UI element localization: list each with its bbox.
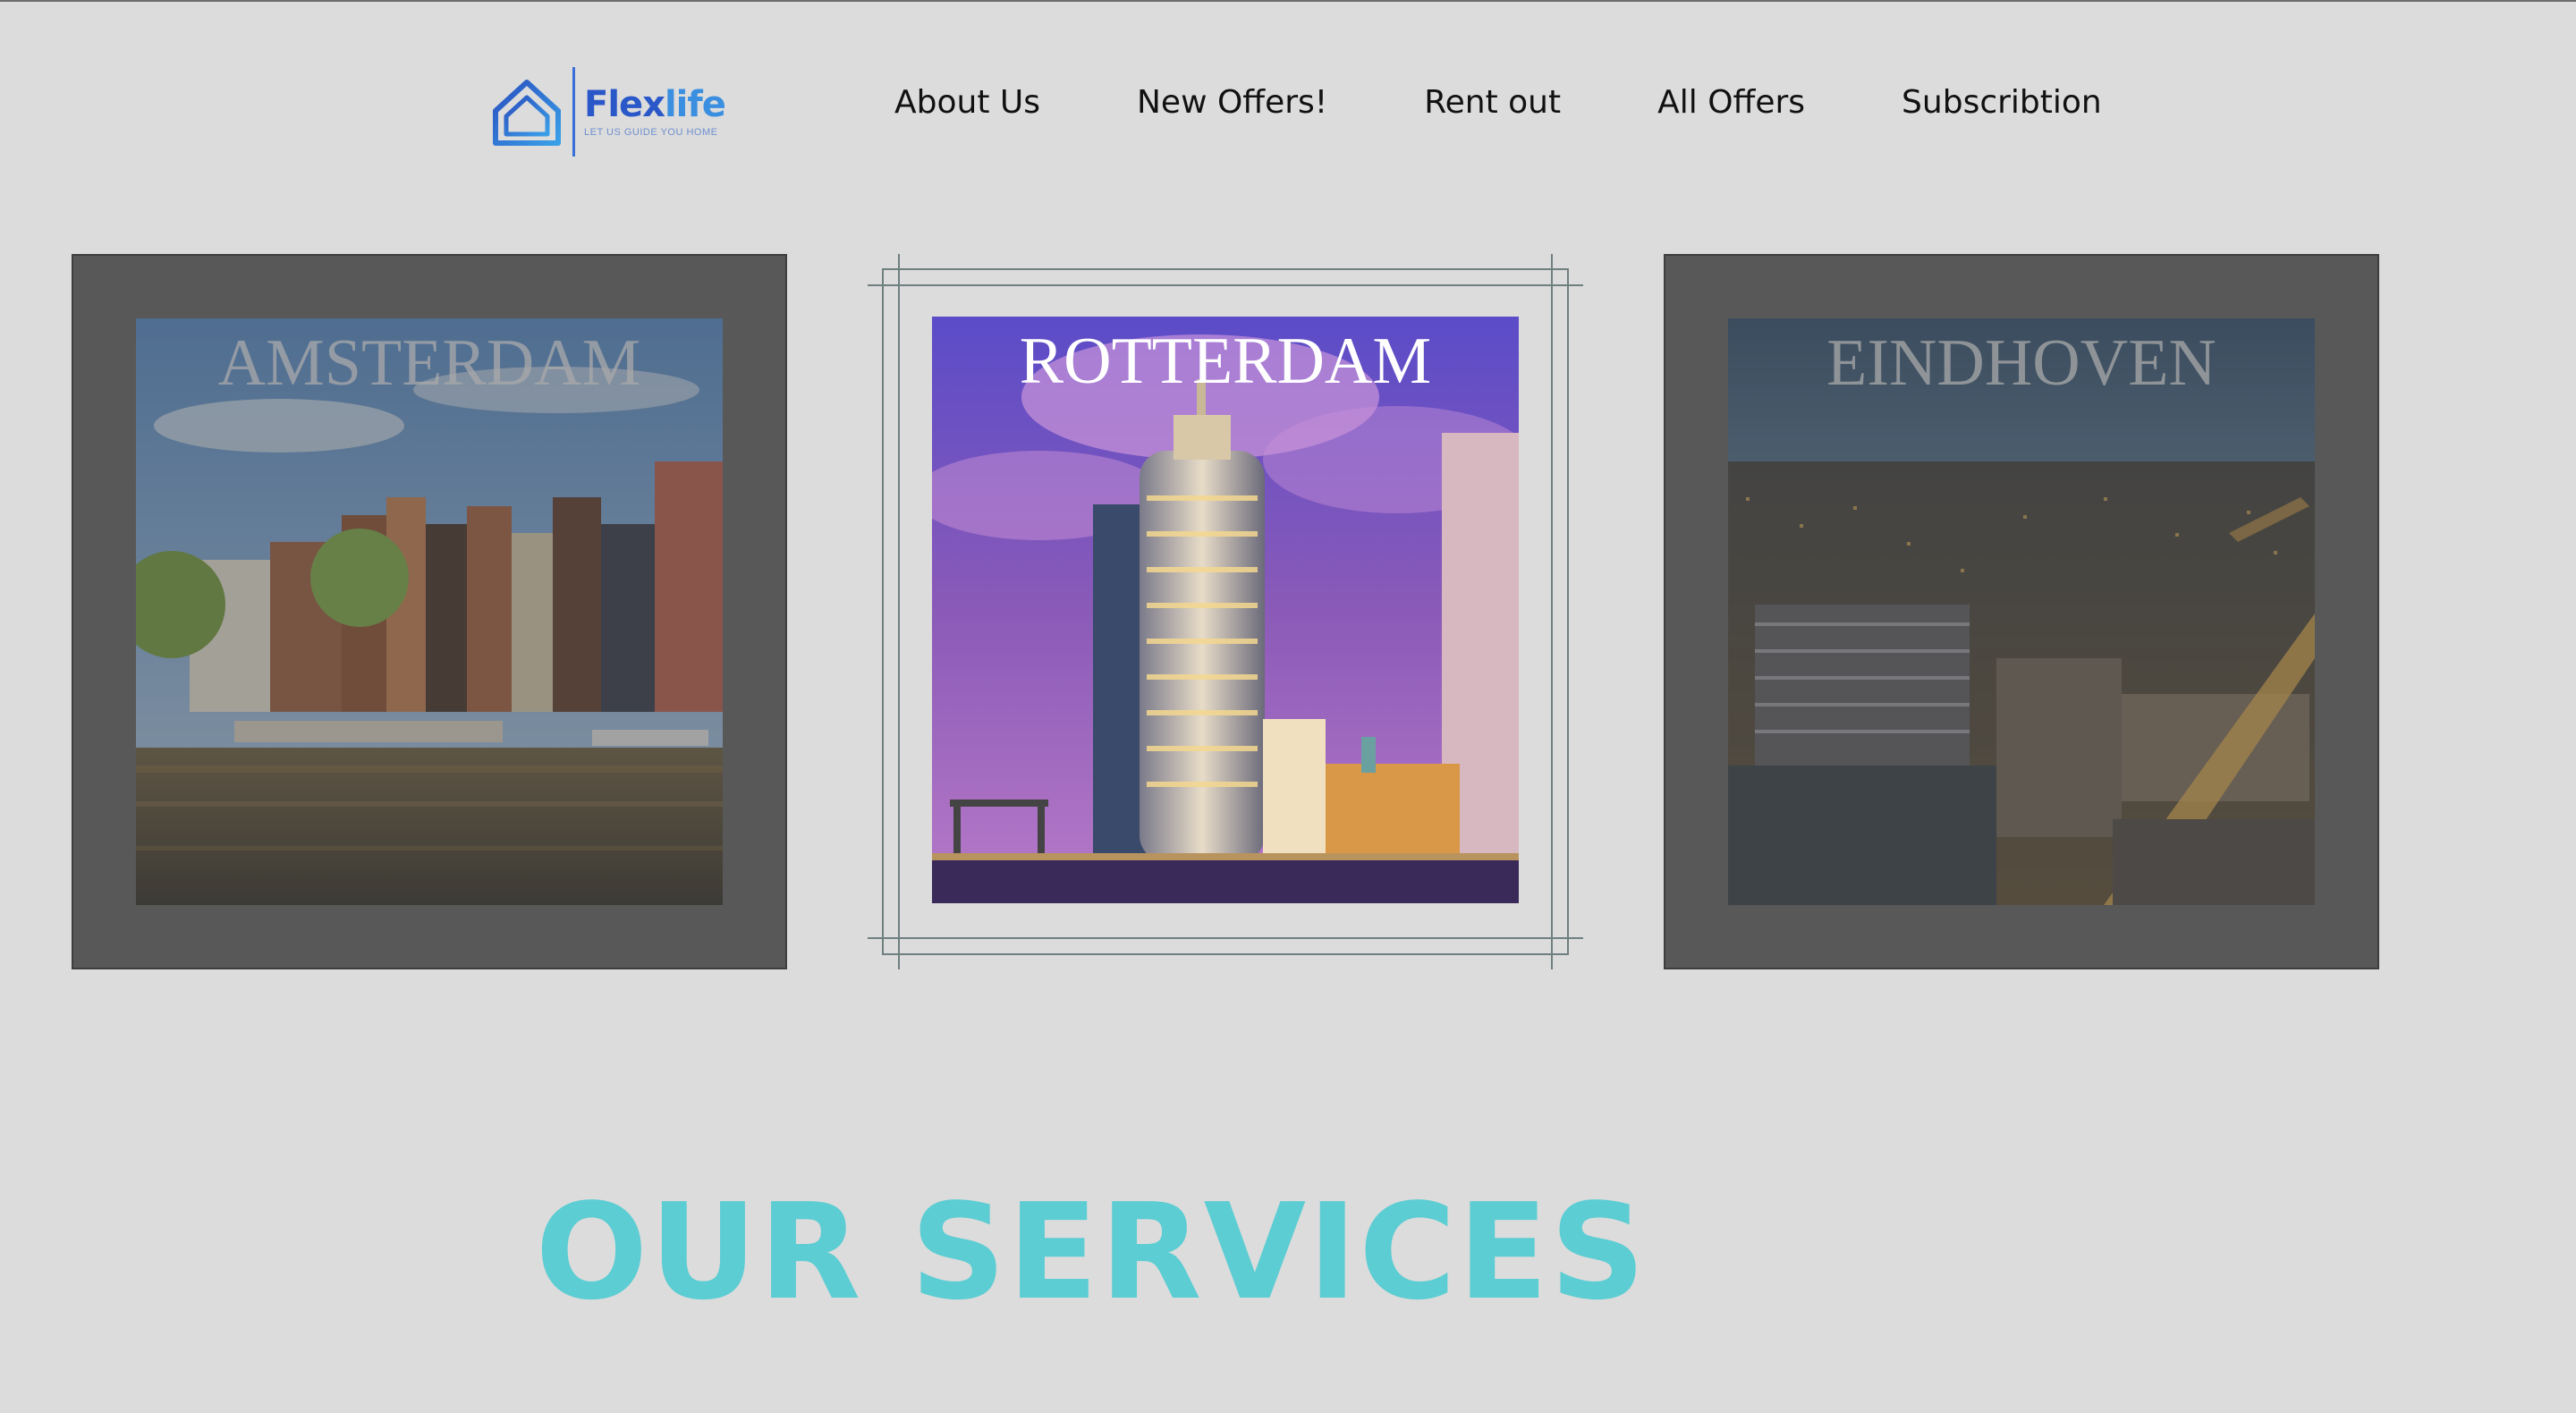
- city-label-amsterdam: AMSTERDAM: [217, 326, 641, 400]
- services-title: OUR SERVICES: [535, 1175, 1648, 1329]
- logo-tagline: LET US GUIDE YOU HOME: [584, 127, 718, 138]
- frame-line: [882, 953, 1569, 955]
- city-label-rotterdam: ROTTERDAM: [1019, 325, 1432, 398]
- nav-about-us[interactable]: About Us: [894, 84, 1040, 121]
- city-card-rotterdam[interactable]: ROTTERDAM: [868, 254, 1583, 969]
- nav-all-offers[interactable]: All Offers: [1657, 84, 1805, 121]
- logo-name-part1: Flex: [584, 84, 665, 125]
- nav-subscription[interactable]: Subscribtion: [1902, 84, 2102, 121]
- city-card-eindhoven[interactable]: EINDHOVEN: [1664, 254, 2379, 969]
- frame-line: [882, 268, 1569, 270]
- logo-text: Flexlife LET US GUIDE YOU HOME: [584, 84, 726, 139]
- main-nav: About Us New Offers! Rent out All Offers…: [894, 75, 2102, 129]
- logo-name-part2: life: [664, 84, 726, 125]
- page: Flexlife LET US GUIDE YOU HOME About Us …: [0, 0, 2576, 1413]
- logo-name: Flexlife: [584, 84, 726, 125]
- city-card-amsterdam[interactable]: AMSTERDAM: [72, 254, 787, 969]
- frame-line: [868, 284, 1583, 286]
- nav-rent-out[interactable]: Rent out: [1424, 84, 1561, 121]
- logo-divider: [572, 67, 575, 157]
- nav-new-offers[interactable]: New Offers!: [1137, 84, 1327, 121]
- house-icon: [493, 80, 561, 146]
- logo-link[interactable]: Flexlife LET US GUIDE YOU HOME: [490, 63, 726, 161]
- city-label-eindhoven: EINDHOVEN: [1826, 326, 2216, 400]
- frame-line: [868, 937, 1583, 939]
